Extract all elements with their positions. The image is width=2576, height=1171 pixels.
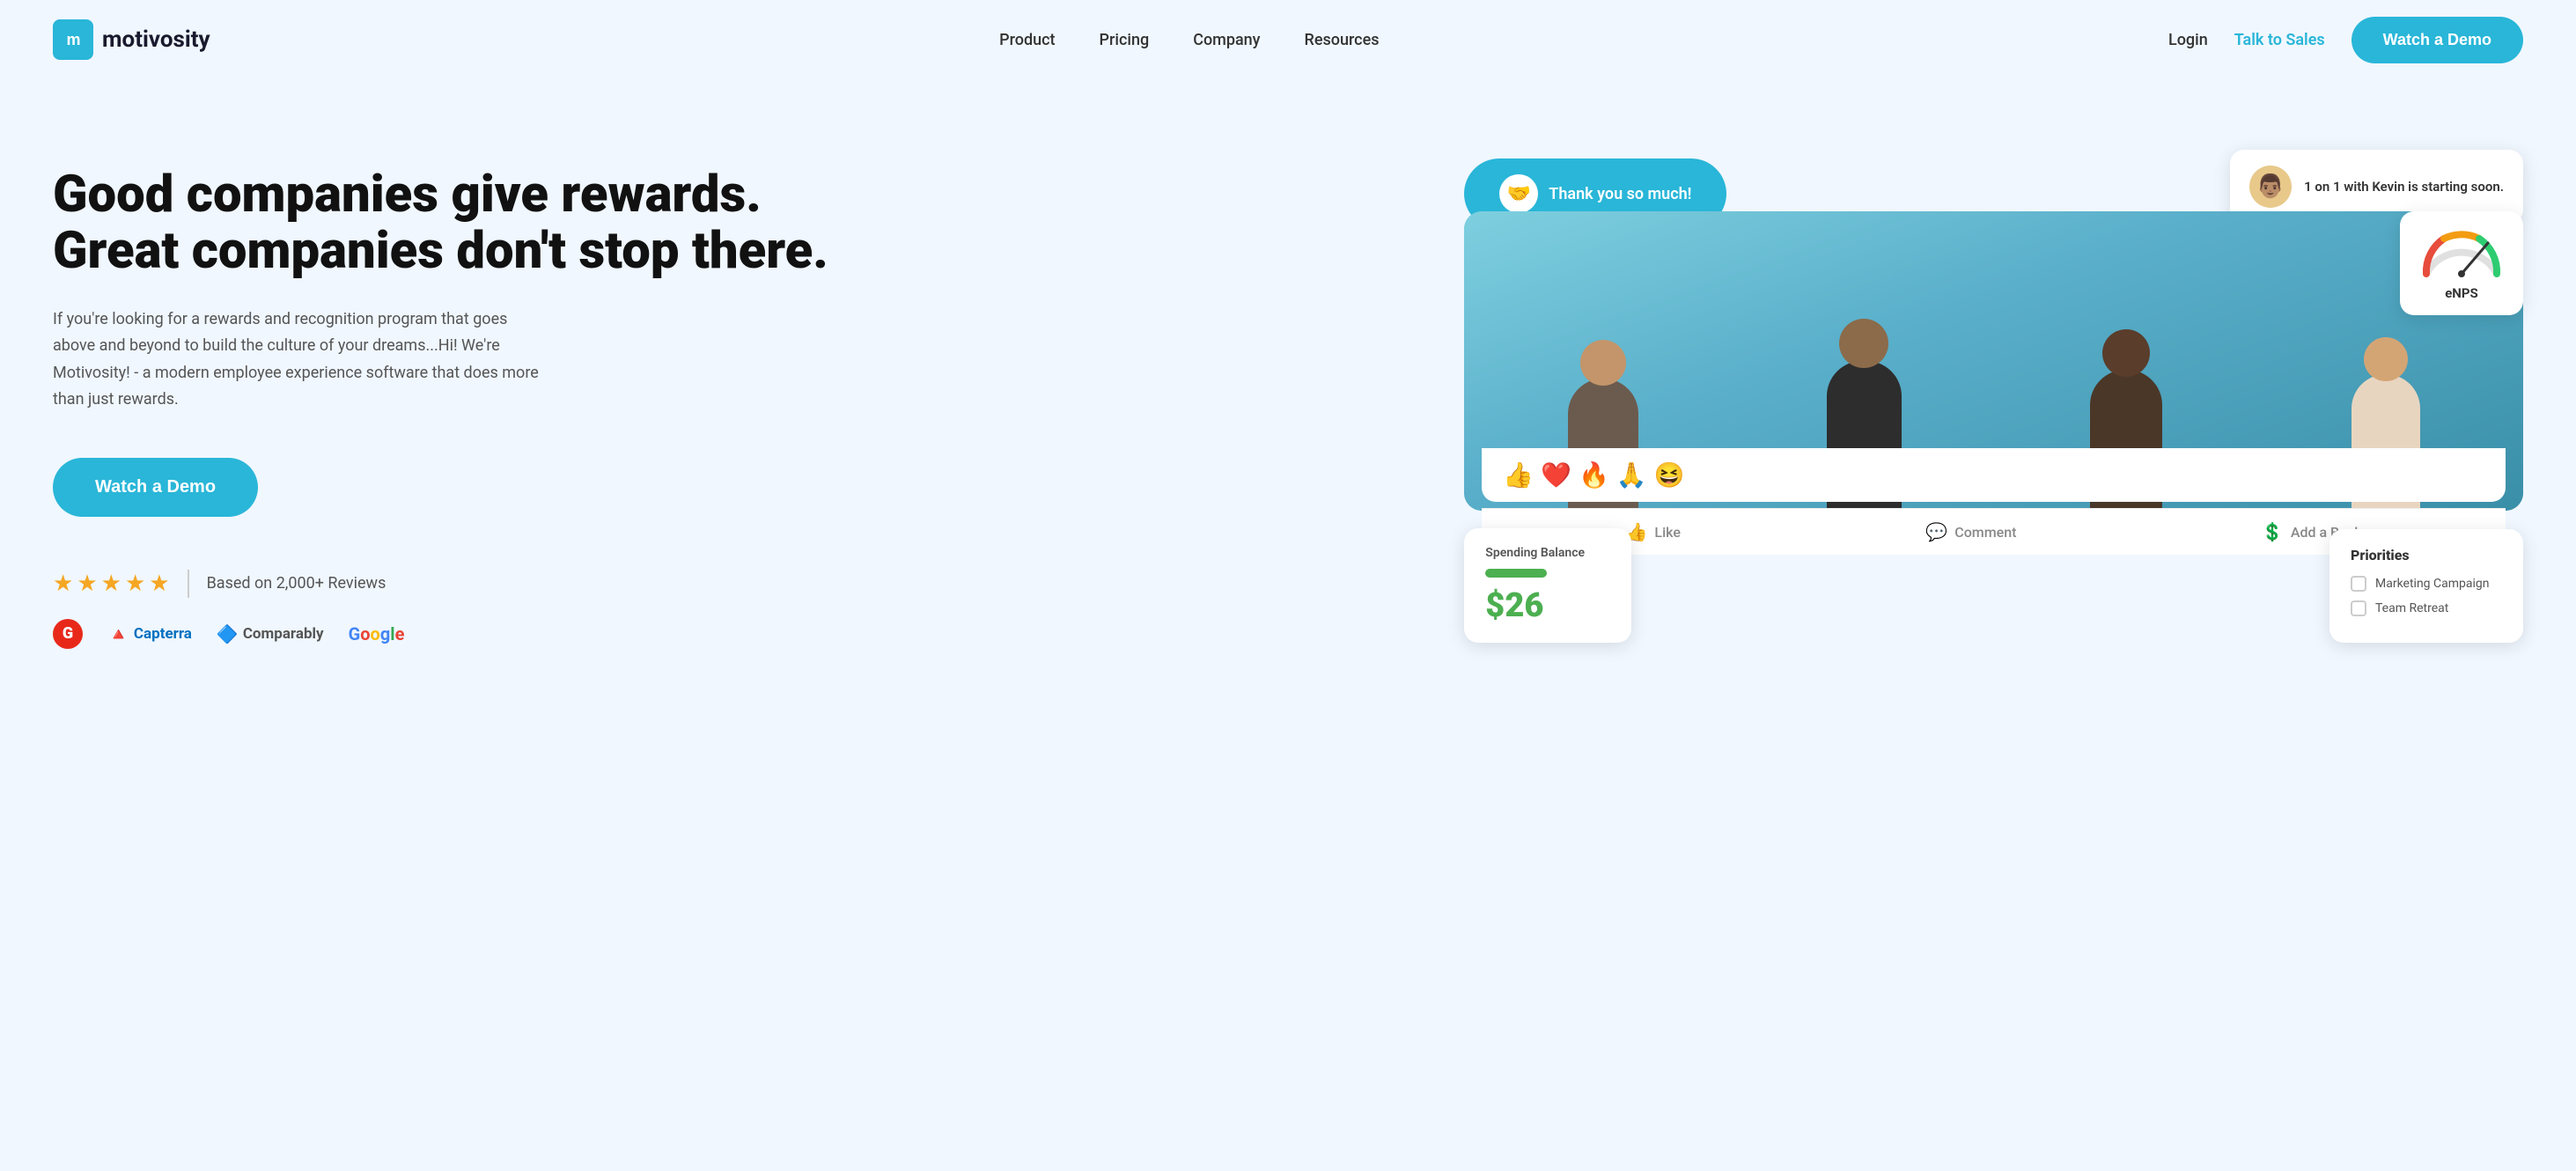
- star-1: ★: [53, 571, 73, 597]
- nav-watch-demo-button[interactable]: Watch a Demo: [2352, 17, 2523, 63]
- spending-label: Spending Balance: [1485, 546, 1610, 560]
- nav-resources[interactable]: Resources: [1305, 31, 1380, 49]
- hero-title: Good companies give rewards. Great compa…: [53, 167, 1411, 280]
- g2-logo: G: [53, 619, 83, 649]
- capterra-logo: 🔺 Capterra: [107, 623, 192, 644]
- comparably-logo: 🔷 Comparably: [217, 623, 324, 644]
- spending-amount: $26: [1485, 586, 1610, 625]
- meeting-text: 1 on 1 with Kevin is starting soon.: [2304, 178, 2504, 196]
- brand-logos: G 🔺 Capterra 🔷 Comparably Google: [53, 619, 1411, 649]
- gauge-svg: [2418, 225, 2506, 278]
- comment-label: Comment: [1954, 524, 2016, 541]
- priority-item-1: Marketing Campaign: [2351, 576, 2502, 592]
- logo-icon: m: [53, 19, 93, 60]
- hero-right: 🤝 Thank you so much! 👨🏽 1 on 1 with Kevi…: [1446, 132, 2523, 660]
- priority-check-2: [2351, 600, 2366, 616]
- divider: [188, 570, 189, 598]
- login-link[interactable]: Login: [2168, 31, 2208, 49]
- priority-item-2: Team Retreat: [2351, 600, 2502, 616]
- emoji-heart: ❤️: [1541, 460, 1571, 490]
- nav-pricing[interactable]: Pricing: [1100, 31, 1150, 49]
- star-4: ★: [125, 571, 145, 597]
- emoji-thumbs: 👍: [1503, 460, 1534, 490]
- dollar-icon: 💲: [2262, 521, 2284, 542]
- hero-title-line1: Good companies give rewards.: [53, 165, 762, 225]
- hero-title-line2: Great companies don't stop there.: [53, 221, 828, 281]
- thankyou-text: Thank you so much!: [1549, 185, 1691, 203]
- like-label: Like: [1654, 524, 1680, 541]
- nav-company[interactable]: Company: [1193, 31, 1260, 49]
- priority-text-1: Marketing Campaign: [2375, 577, 2490, 591]
- nav-product[interactable]: Product: [999, 31, 1055, 49]
- enps-card: eNPS: [2400, 211, 2523, 315]
- heart-icon: 🤝: [1499, 174, 1538, 213]
- nav-actions: Login Talk to Sales Watch a Demo: [2168, 17, 2523, 63]
- star-rating: ★ ★ ★ ★ ★: [53, 571, 170, 597]
- google-logo: Google: [349, 623, 405, 644]
- logo[interactable]: m motivosity: [53, 19, 210, 60]
- nav-links: Product Pricing Company Resources: [999, 31, 1379, 49]
- comment-icon: 💬: [1925, 521, 1947, 542]
- hero-subtitle: If you're looking for a rewards and reco…: [53, 306, 546, 414]
- emoji-pray: 🙏: [1616, 460, 1647, 490]
- enps-label: eNPS: [2418, 285, 2506, 301]
- comparably-text: Comparably: [243, 625, 324, 643]
- like-action[interactable]: 👍 Like: [1626, 521, 1681, 542]
- emoji-fire: 🔥: [1579, 460, 1609, 490]
- priorities-title: Priorities: [2351, 547, 2502, 563]
- priority-check-1: [2351, 576, 2366, 592]
- reaction-bar: 👍 ❤️ 🔥 🙏 😆: [1482, 448, 2506, 502]
- gauge-container: [2418, 225, 2506, 278]
- emoji-laugh: 😆: [1654, 460, 1685, 490]
- star-2: ★: [77, 571, 97, 597]
- hero-watch-demo-button[interactable]: Watch a Demo: [53, 458, 258, 517]
- avatar: 👨🏽: [2249, 166, 2292, 208]
- navbar: m motivosity Product Pricing Company Res…: [0, 0, 2576, 79]
- priorities-card: Priorities Marketing Campaign Team Retre…: [2329, 529, 2523, 643]
- capterra-text: Capterra: [134, 625, 192, 643]
- reviews-row: ★ ★ ★ ★ ★ Based on 2,000+ Reviews: [53, 570, 1411, 598]
- hero-left: Good companies give rewards. Great compa…: [53, 132, 1411, 649]
- mockup-container: 🤝 Thank you so much! 👨🏽 1 on 1 with Kevi…: [1446, 132, 2523, 660]
- priority-text-2: Team Retreat: [2375, 601, 2448, 615]
- logo-text: motivosity: [102, 26, 210, 53]
- spending-card: Spending Balance $26: [1464, 528, 1631, 643]
- talk-to-sales-link[interactable]: Talk to Sales: [2234, 31, 2325, 49]
- comment-action[interactable]: 💬 Comment: [1925, 521, 2016, 542]
- star-3: ★: [101, 571, 121, 597]
- svg-text:m: m: [66, 31, 79, 48]
- reviews-text: Based on 2,000+ Reviews: [207, 574, 386, 593]
- hero-section: Good companies give rewards. Great compa…: [0, 79, 2576, 1171]
- star-5: ★: [149, 571, 169, 597]
- spending-bar: [1485, 569, 1547, 578]
